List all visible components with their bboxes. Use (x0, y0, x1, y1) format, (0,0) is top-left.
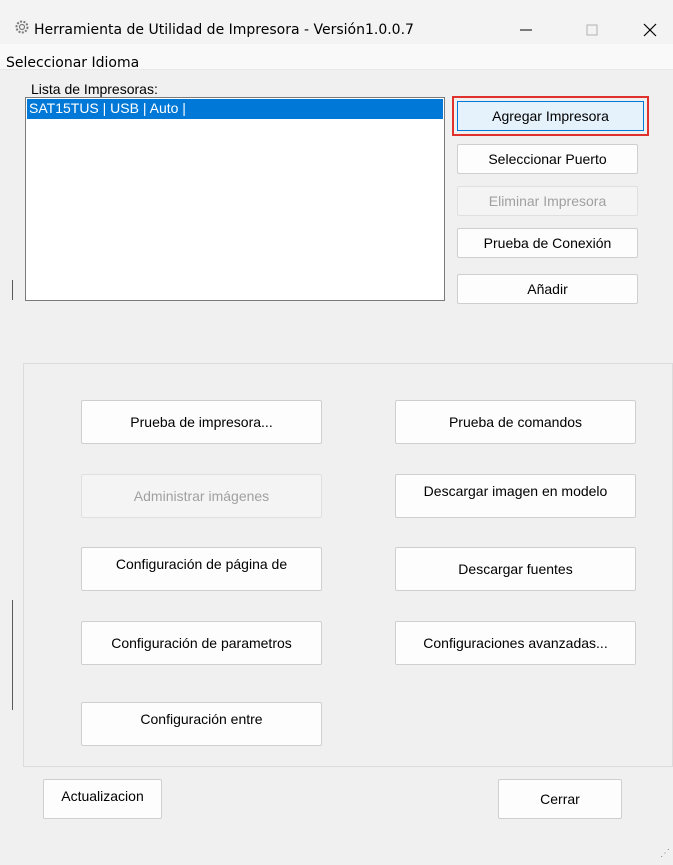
add-button[interactable]: Añadir (457, 274, 638, 304)
add-printer-button-label: Agregar Impresora (457, 101, 644, 131)
close-icon (643, 23, 657, 37)
resize-grip-icon[interactable]: ⋰ (660, 848, 670, 859)
window-edge-mark (12, 280, 13, 300)
page-config-button[interactable]: Configuración de página de (81, 547, 322, 591)
minimize-button[interactable] (503, 14, 549, 46)
parameter-config-button[interactable]: Configuración de parametros (81, 621, 322, 665)
minimize-icon (520, 29, 532, 31)
delete-printer-button[interactable]: Eliminar Impresora (457, 186, 638, 216)
menu-item-select-language[interactable]: Seleccionar Idioma (6, 55, 139, 71)
window-title: Herramienta de Utilidad de Impresora - V… (34, 22, 414, 38)
window-edge-mark (12, 600, 13, 710)
printer-list-label: Lista de Impresoras: (31, 81, 158, 97)
close-button[interactable] (627, 14, 673, 46)
config-between-button[interactable]: Configuración entre (81, 702, 322, 746)
list-item[interactable]: SAT15TUS | USB | Auto | (27, 99, 443, 119)
maximize-button[interactable] (569, 14, 615, 46)
printer-list[interactable]: SAT15TUS | USB | Auto | (25, 97, 445, 301)
manage-images-button[interactable]: Administrar imágenes (81, 474, 322, 518)
status-strip (0, 840, 673, 865)
connection-test-button[interactable]: Prueba de Conexión (457, 228, 638, 258)
download-fonts-button[interactable]: Descargar fuentes (395, 547, 636, 591)
close-dialog-button[interactable]: Cerrar (498, 779, 622, 819)
gear-icon (14, 19, 30, 35)
add-printer-button[interactable]: Agregar Impresora (452, 96, 649, 136)
download-image-button[interactable]: Descargar imagen en modelo (395, 474, 636, 518)
select-port-button[interactable]: Seleccionar Puerto (457, 144, 638, 174)
maximize-icon (586, 24, 598, 36)
update-button[interactable]: Actualizacion (43, 779, 162, 819)
test-commands-button[interactable]: Prueba de comandos (395, 400, 636, 444)
test-printer-button[interactable]: Prueba de impresora... (81, 400, 322, 444)
advanced-config-button[interactable]: Configuraciones avanzadas... (395, 621, 636, 665)
